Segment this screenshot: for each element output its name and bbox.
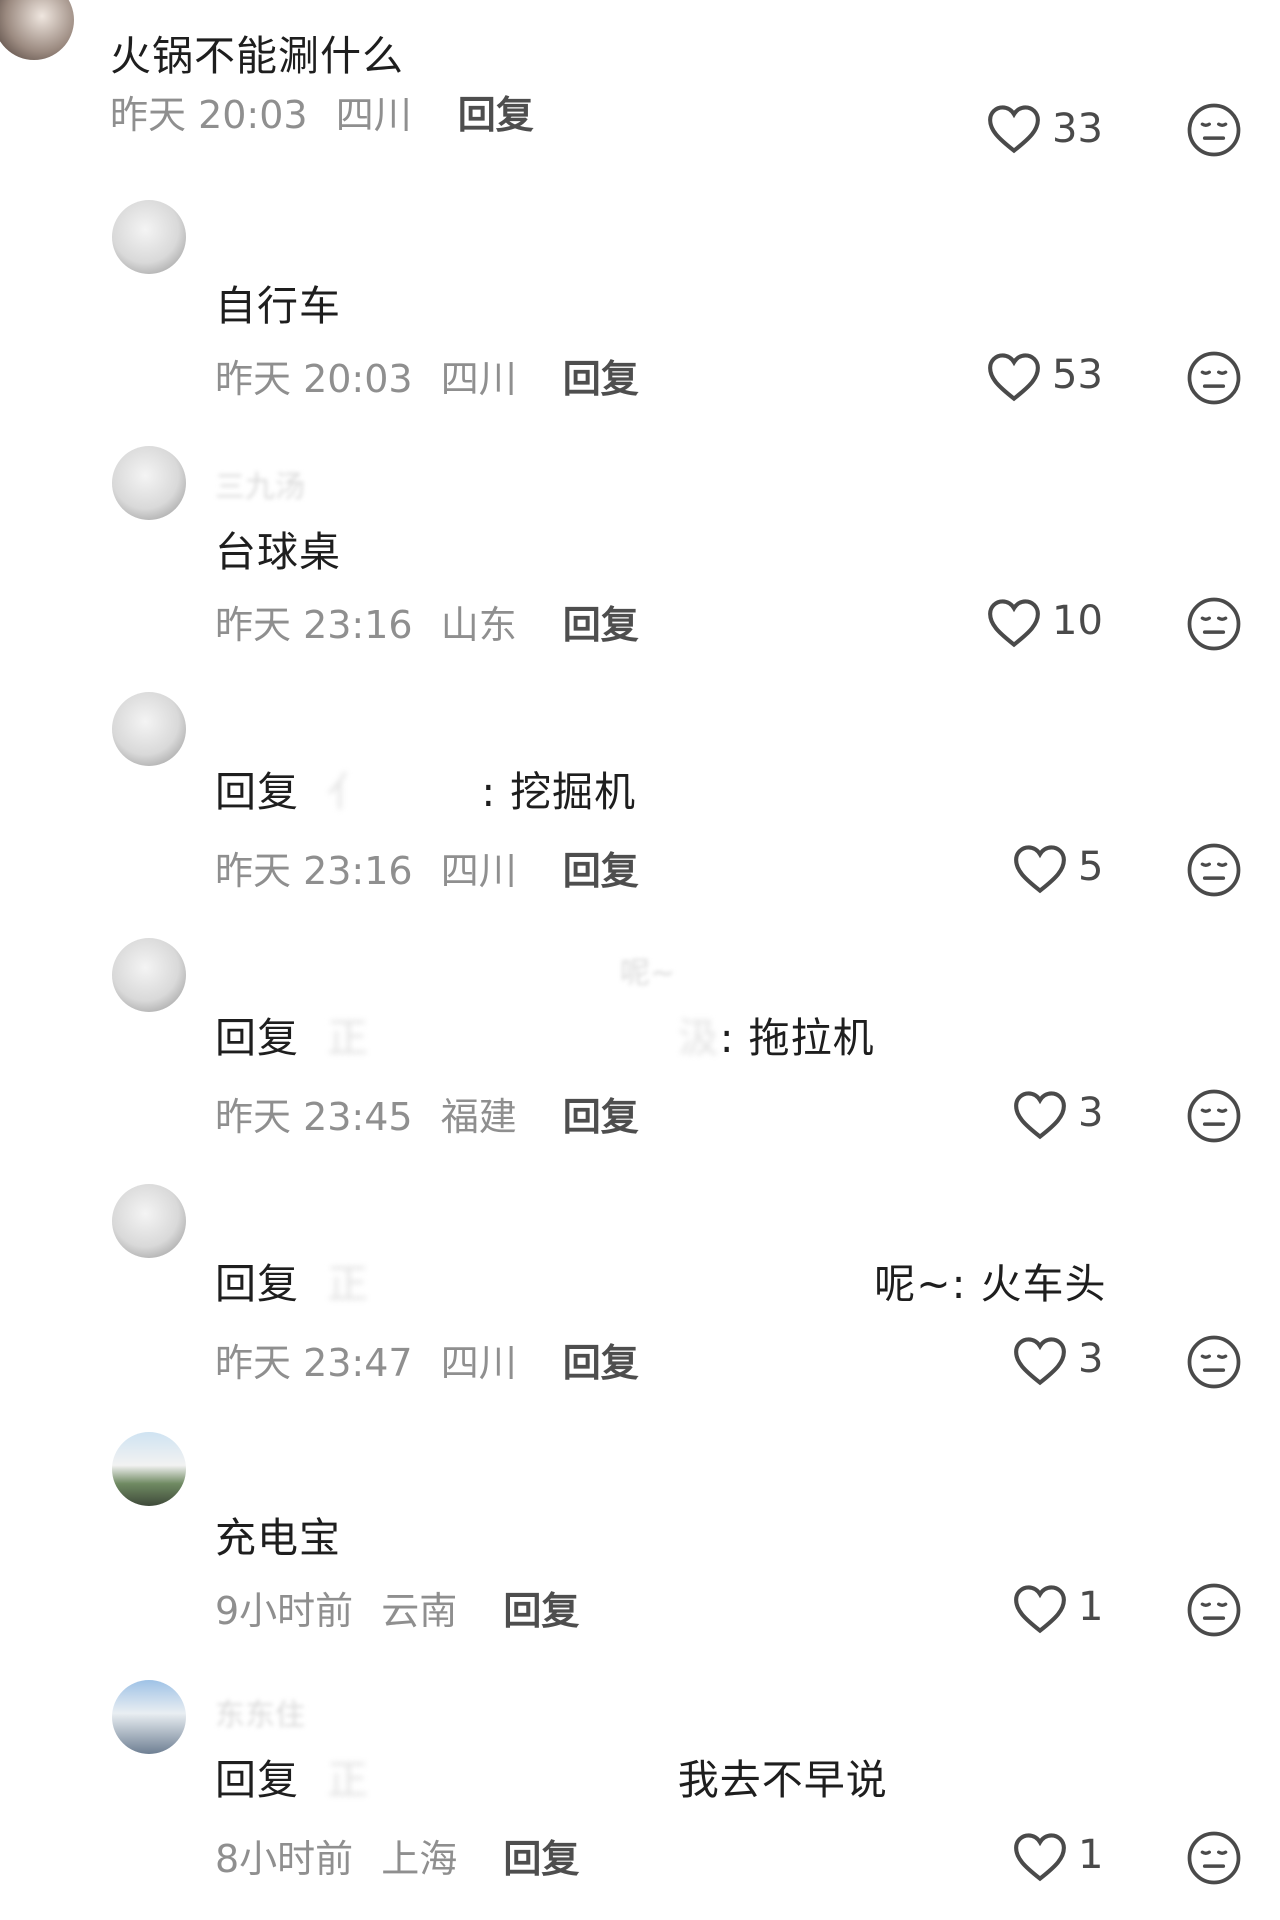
reply-button[interactable]: 回复 bbox=[503, 1589, 579, 1633]
comment-time: 昨天 23:47 bbox=[215, 1341, 413, 1385]
like-count: 53 bbox=[1052, 352, 1103, 398]
comment-region: 四川 bbox=[440, 357, 517, 401]
username[interactable]: 东东住 bbox=[215, 1690, 305, 1734]
comment-meta: 昨天 20:03 四川 回复 bbox=[215, 348, 639, 403]
comment-text[interactable]: 回复 正 汲: 拖拉机 bbox=[215, 1004, 875, 1064]
comment-time: 昨天 20:03 bbox=[110, 93, 308, 137]
neutral-face-icon[interactable] bbox=[1186, 102, 1242, 158]
reply-button[interactable]: 回复 bbox=[563, 603, 639, 647]
reply-button[interactable]: 回复 bbox=[563, 357, 639, 401]
reply-prefix: 回复 bbox=[215, 768, 299, 816]
comment-time: 昨天 23:45 bbox=[215, 1095, 413, 1139]
mention-redacted[interactable]: 正 bbox=[299, 1746, 678, 1806]
comment-text[interactable]: 火锅不能涮什么 bbox=[110, 22, 404, 82]
comment-meta: 昨天 23:45 福建 回复 bbox=[215, 1086, 639, 1141]
like-count: 10 bbox=[1052, 598, 1103, 644]
heart-outline-icon[interactable] bbox=[986, 104, 1042, 154]
reply-button[interactable]: 回复 bbox=[458, 93, 534, 137]
avatar[interactable] bbox=[112, 692, 186, 766]
comment-time: 昨天 23:16 bbox=[215, 603, 413, 647]
neutral-face-icon[interactable] bbox=[1186, 842, 1242, 898]
comment-meta: 昨天 23:47 四川 回复 bbox=[215, 1332, 639, 1387]
neutral-face-icon[interactable] bbox=[1186, 596, 1242, 652]
comment-text[interactable]: 台球桌 bbox=[215, 518, 341, 578]
reply-button[interactable]: 回复 bbox=[563, 1095, 639, 1139]
username[interactable]: 三九汤 bbox=[215, 462, 305, 506]
heart-outline-icon[interactable] bbox=[986, 598, 1042, 648]
comment-item: 回复 正 呢~: 火车头 昨天 23:47 四川 回复 3 bbox=[0, 1184, 1280, 1424]
comment-meta: 昨天 20:03 四川 回复 bbox=[110, 84, 534, 139]
comment-body: : 挖掘机 bbox=[481, 768, 637, 816]
like-count: 1 bbox=[1078, 1832, 1104, 1878]
reply-button[interactable]: 回复 bbox=[503, 1837, 579, 1881]
mention-redacted[interactable]: 正 bbox=[299, 1250, 874, 1310]
comment-region: 福建 bbox=[440, 1095, 517, 1139]
comment-text[interactable]: 回复 正 呢~: 火车头 bbox=[215, 1250, 1106, 1310]
avatar[interactable] bbox=[0, 0, 74, 60]
heart-outline-icon[interactable] bbox=[986, 352, 1042, 402]
comment-region: 四川 bbox=[335, 93, 412, 137]
comment-time: 9小时前 bbox=[215, 1589, 354, 1633]
comment-item: 呢~ 回复 正 汲: 拖拉机 昨天 23:45 福建 回复 3 bbox=[0, 938, 1280, 1178]
comment-item: 三九汤 台球桌 昨天 23:16 山东 回复 10 bbox=[0, 446, 1280, 686]
neutral-face-icon[interactable] bbox=[1186, 350, 1242, 406]
like-count: 1 bbox=[1078, 1584, 1104, 1630]
like-count: 33 bbox=[1052, 106, 1103, 152]
neutral-face-icon[interactable] bbox=[1186, 1582, 1242, 1638]
comment-meta: 昨天 23:16 山东 回复 bbox=[215, 594, 639, 649]
comment-body: 台球桌 bbox=[215, 528, 341, 576]
heart-outline-icon[interactable] bbox=[1012, 844, 1068, 894]
like-count: 3 bbox=[1078, 1090, 1104, 1136]
reply-button[interactable]: 回复 bbox=[563, 1341, 639, 1385]
comment-region: 山东 bbox=[440, 603, 517, 647]
mention-redacted[interactable]: 亻 bbox=[299, 758, 481, 818]
comment-item: 自行车 昨天 20:03 四川 回复 53 bbox=[0, 200, 1280, 440]
reply-prefix: 回复 bbox=[215, 1014, 299, 1062]
reply-prefix: 回复 bbox=[215, 1756, 299, 1804]
avatar[interactable] bbox=[112, 1680, 186, 1754]
comment-time: 昨天 23:16 bbox=[215, 849, 413, 893]
like-count: 3 bbox=[1078, 1336, 1104, 1382]
reply-button[interactable]: 回复 bbox=[563, 849, 639, 893]
avatar[interactable] bbox=[112, 1184, 186, 1258]
comment-item: 东东住 回复 正 我去不早说 8小时前 上海 回复 1 bbox=[0, 1680, 1280, 1920]
username[interactable]: 呢~ bbox=[620, 948, 675, 992]
comment-body: : 拖拉机 bbox=[719, 1014, 875, 1062]
comment-region: 四川 bbox=[440, 849, 517, 893]
comment-meta: 昨天 23:16 四川 回复 bbox=[215, 840, 639, 895]
avatar[interactable] bbox=[112, 938, 186, 1012]
comment-item: 回复 亻 : 挖掘机 昨天 23:16 四川 回复 5 bbox=[0, 692, 1280, 932]
avatar[interactable] bbox=[112, 200, 186, 274]
comment-region: 云南 bbox=[381, 1589, 458, 1633]
comment-region: 四川 bbox=[440, 1341, 517, 1385]
comment-body: 火锅不能涮什么 bbox=[110, 32, 404, 80]
comment-text[interactable]: 回复 正 我去不早说 bbox=[215, 1746, 888, 1806]
comment-region: 上海 bbox=[381, 1837, 458, 1881]
comment-meta: 9小时前 云南 回复 bbox=[215, 1580, 579, 1635]
neutral-face-icon[interactable] bbox=[1186, 1830, 1242, 1886]
heart-outline-icon[interactable] bbox=[1012, 1584, 1068, 1634]
neutral-face-icon[interactable] bbox=[1186, 1088, 1242, 1144]
neutral-face-icon[interactable] bbox=[1186, 1334, 1242, 1390]
comment-time: 昨天 20:03 bbox=[215, 357, 413, 401]
comment-body: 充电宝 bbox=[215, 1514, 341, 1562]
comment-body: 呢~: 火车头 bbox=[874, 1260, 1107, 1308]
comment-item: 充电宝 9小时前 云南 回复 1 bbox=[0, 1432, 1280, 1672]
comment-body: 我去不早说 bbox=[677, 1756, 888, 1804]
comment-meta: 8小时前 上海 回复 bbox=[215, 1828, 579, 1883]
mention-redacted[interactable]: 正 汲 bbox=[299, 1004, 720, 1064]
comment-text[interactable]: 回复 亻 : 挖掘机 bbox=[215, 758, 636, 818]
avatar[interactable] bbox=[112, 1432, 186, 1506]
heart-outline-icon[interactable] bbox=[1012, 1336, 1068, 1386]
comment-text[interactable]: 充电宝 bbox=[215, 1504, 341, 1564]
heart-outline-icon[interactable] bbox=[1012, 1832, 1068, 1882]
avatar[interactable] bbox=[112, 446, 186, 520]
heart-outline-icon[interactable] bbox=[1012, 1090, 1068, 1140]
like-count: 5 bbox=[1078, 844, 1104, 890]
comment-text[interactable]: 自行车 bbox=[215, 272, 341, 332]
comment-time: 8小时前 bbox=[215, 1837, 354, 1881]
reply-prefix: 回复 bbox=[215, 1260, 299, 1308]
comment-body: 自行车 bbox=[215, 282, 341, 330]
